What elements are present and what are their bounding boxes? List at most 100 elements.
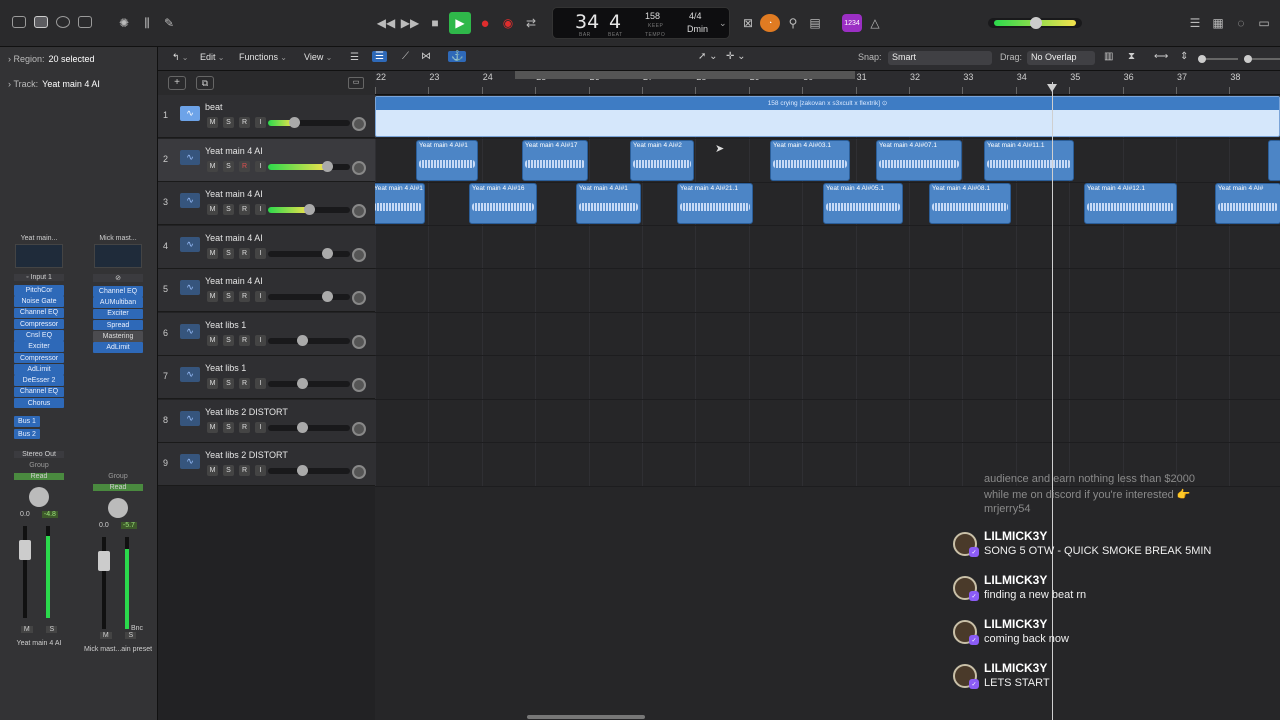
track-m-button[interactable]: M — [207, 378, 218, 389]
mixer-icon[interactable]: ⫼ — [136, 12, 158, 34]
track-r-button[interactable]: R — [239, 247, 250, 259]
track-header[interactable]: 6 ∿ Yeat libs 1 MSRI — [158, 312, 375, 356]
strip2-pan-knob[interactable] — [108, 497, 128, 518]
track-i-button[interactable]: I — [255, 334, 266, 346]
note-pad-icon[interactable]: ▤ — [804, 12, 826, 34]
add-track-button[interactable]: + — [168, 76, 186, 90]
track-r-button[interactable]: R — [239, 421, 250, 433]
drag-select[interactable]: No Overlap — [1027, 51, 1095, 65]
master-volume-knob[interactable] — [1030, 17, 1042, 29]
plugin-slot[interactable]: Exciter — [93, 308, 143, 320]
library-icon[interactable] — [12, 16, 26, 28]
replace-icon[interactable]: ⊠ — [737, 12, 759, 34]
quick-help-icon[interactable] — [56, 16, 70, 28]
strip2-automation[interactable]: Read — [93, 483, 143, 491]
metronome-settings-icon[interactable]: △ — [864, 12, 886, 34]
track-volume-fader[interactable] — [268, 160, 350, 172]
track-r-button[interactable]: R — [239, 117, 250, 128]
toolbar-icon[interactable] — [78, 16, 92, 28]
track-volume-fader[interactable] — [268, 204, 350, 215]
track-pan-knob[interactable] — [352, 334, 366, 349]
list-editors-icon[interactable]: ☰ — [1184, 12, 1206, 34]
duplicate-track-button[interactable]: ⧉ — [196, 76, 214, 90]
rewind-button[interactable]: ◀◀ — [375, 12, 397, 34]
plugin-slot[interactable]: Compressor — [14, 318, 64, 330]
strip2-fader-area[interactable] — [93, 536, 143, 637]
track-s-button[interactable]: S — [223, 291, 234, 302]
track-r-button[interactable]: R — [239, 378, 250, 389]
plugin-slot[interactable]: Channel EQ — [14, 307, 64, 319]
edit-menu[interactable]: Edit — [200, 52, 224, 62]
track-s-button[interactable]: S — [223, 160, 234, 172]
global-tracks-icon[interactable]: ▭ — [348, 77, 364, 89]
vertical-zoom-slider[interactable] — [1198, 55, 1238, 63]
track-m-button[interactable]: M — [207, 247, 218, 259]
bar-ruler[interactable]: 2223242526272829303132333435363738 — [375, 71, 1280, 95]
plugin-slot[interactable]: Compressor — [14, 352, 64, 364]
strip1-group[interactable]: Group — [14, 462, 64, 469]
plugin-slot[interactable]: Channel EQ — [14, 386, 64, 398]
track-header[interactable]: 5 ∿ Yeat main 4 AI M S R I — [158, 269, 375, 312]
track-pan-knob[interactable] — [352, 421, 366, 436]
track-name[interactable]: Yeat libs 1 — [205, 363, 246, 373]
horizontal-zoom-slider[interactable] — [1244, 55, 1280, 63]
strip1-eq-thumbnail[interactable] — [15, 244, 63, 268]
track-s-button[interactable]: S — [223, 204, 234, 215]
track-volume-knob[interactable] — [322, 291, 334, 302]
metronome-icon[interactable]: ◔ — [760, 14, 780, 32]
strip1-output[interactable]: Stereo Out — [14, 451, 64, 459]
back-arrow-icon[interactable]: ↰ — [172, 52, 188, 63]
track-r-button[interactable]: R — [239, 334, 250, 346]
track-pan-knob[interactable] — [352, 465, 366, 479]
track-i-button[interactable]: I — [255, 378, 266, 389]
track-name[interactable]: Yeat main 4 AI — [205, 233, 263, 243]
lcd-chevron-icon[interactable]: ⌄ — [719, 18, 727, 29]
track-m-button[interactable]: M — [207, 117, 218, 128]
cycle-region[interactable] — [515, 71, 855, 79]
track-header[interactable]: 9 ∿ Yeat libs 2 DISTORT M S R I — [158, 443, 375, 486]
track-header[interactable]: 1 ∿ beat M S R I — [158, 95, 375, 138]
plugin-slot[interactable]: AdLimit — [93, 342, 143, 353]
audio-region[interactable]: Yeat main 4 AI#07.1 — [876, 140, 962, 181]
track-header[interactable]: 7 ∿ Yeat libs 1 MSRI — [158, 356, 375, 399]
track-name[interactable]: Yeat libs 2 DISTORT — [205, 450, 288, 460]
track-volume-knob[interactable] — [297, 378, 309, 389]
list-view-icon[interactable]: ☰ — [350, 52, 359, 63]
track-volume-knob[interactable] — [322, 247, 334, 259]
track-name[interactable]: Yeat main 4 AI — [205, 276, 263, 286]
track-header[interactable]: 4 ∿ Yeat main 4 AI M S R I — [158, 225, 375, 269]
audio-region[interactable]: Yeat main 4 AI#12.1 — [1084, 183, 1177, 224]
lcd-display[interactable]: 34 4 BAR BEAT 158 KEEP TEMPO 4/4 Dmin ⌄ — [552, 7, 730, 39]
plugin-slot[interactable]: Spread — [93, 319, 143, 331]
track-volume-fader[interactable] — [268, 247, 350, 259]
smart-controls-icon[interactable]: ✺ — [113, 12, 135, 34]
strip1-pan-knob[interactable] — [29, 487, 49, 508]
track-m-button[interactable]: M — [207, 421, 218, 433]
audio-region[interactable]: Yeat main 4 AI#1 — [416, 140, 478, 181]
plugin-slot[interactable]: Noise Gate — [14, 296, 64, 307]
track-s-button[interactable]: S — [223, 465, 234, 476]
flex-icon[interactable]: ⋈ — [421, 51, 431, 62]
track-volume-fader[interactable] — [268, 117, 350, 128]
track-m-button[interactable]: M — [207, 204, 218, 215]
plugin-slot[interactable]: Mastering — [93, 331, 143, 342]
track-i-button[interactable]: I — [255, 291, 266, 302]
audio-region[interactable]: Yeat main 4 AI#11.1 — [984, 140, 1074, 181]
plugin-slot[interactable]: Exciter — [14, 341, 64, 352]
capture-record-icon[interactable]: ◉ — [497, 12, 519, 34]
forward-button[interactable]: ▶▶ — [399, 12, 421, 34]
plugin-slot[interactable]: PitchCor — [14, 285, 64, 296]
send-slot[interactable]: Bus 1 — [14, 416, 40, 427]
waveform-zoom-icon[interactable]: ▥ — [1104, 51, 1113, 62]
track-name[interactable]: beat — [205, 102, 223, 112]
track-s-button[interactable]: S — [223, 378, 234, 389]
audio-region[interactable]: Yeat main 4 AI# — [1215, 183, 1280, 224]
track-s-button[interactable]: S — [223, 247, 234, 259]
send-slot[interactable]: Bus 2 — [14, 428, 40, 440]
track-pan-knob[interactable] — [352, 291, 366, 305]
audio-region[interactable] — [1268, 140, 1280, 181]
vertical-zoom-icon[interactable]: ⇕ — [1180, 51, 1188, 62]
track-volume-knob[interactable] — [322, 160, 334, 172]
horizontal-zoom-icon[interactable]: ⟷ — [1154, 51, 1168, 62]
cycle-icon[interactable]: ⇄ — [520, 12, 542, 34]
